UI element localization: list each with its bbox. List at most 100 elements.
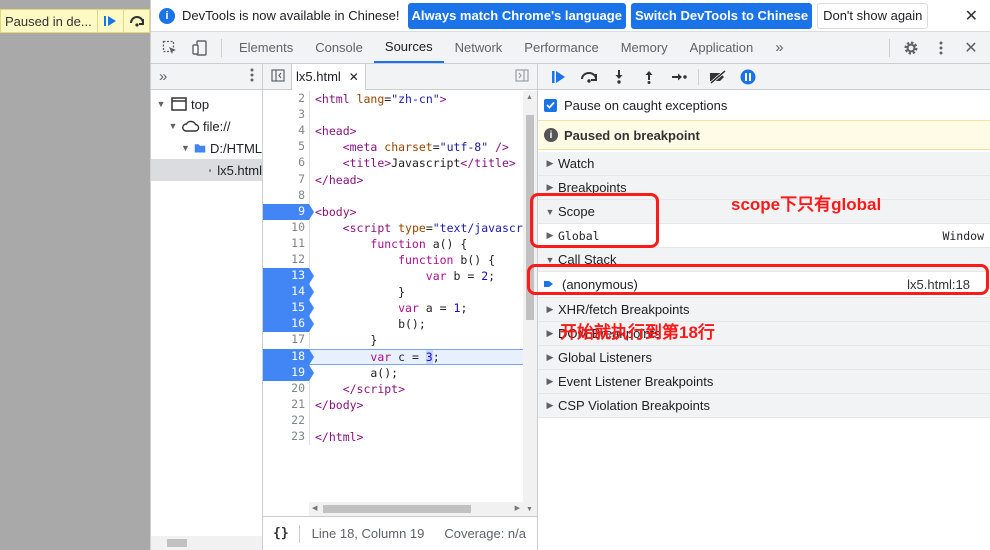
device-toolbar-icon[interactable]: [185, 33, 215, 63]
close-icon[interactable]: ✕: [965, 6, 978, 26]
step-over-button[interactable]: [574, 65, 604, 89]
breakpoint-marker[interactable]: 13: [263, 268, 314, 285]
debugger-toolbar: [538, 64, 990, 90]
line-number[interactable]: 6: [263, 155, 309, 171]
close-tab-icon[interactable]: ✕: [349, 70, 359, 84]
step-into-button[interactable]: [604, 65, 634, 89]
tree-item-top[interactable]: ▼ top: [151, 93, 262, 115]
dont-show-again-button[interactable]: Don't show again: [817, 2, 929, 29]
section-label: XHR/fetch Breakpoints: [558, 302, 690, 317]
tab-network[interactable]: Network: [444, 32, 514, 63]
pretty-print-button[interactable]: {}: [263, 526, 299, 541]
cloud-icon: [182, 120, 200, 132]
resume-button[interactable]: [544, 65, 574, 89]
code-text: var c = 3;: [309, 348, 537, 365]
line-number[interactable]: 3: [263, 107, 309, 123]
tree-item-folder[interactable]: ▼ D:/HTML: [151, 137, 262, 159]
more-tabs-icon[interactable]: »: [764, 32, 794, 63]
tab-memory[interactable]: Memory: [610, 32, 679, 63]
step-button[interactable]: [664, 65, 694, 89]
line-number[interactable]: 17: [263, 332, 309, 348]
code-lines[interactable]: 2 <html lang="zh-cn"> 3 4 <head> 5 <meta char…: [263, 91, 537, 516]
pause-on-caught-row[interactable]: Pause on caught exceptions: [538, 90, 990, 120]
line-number[interactable]: 23: [263, 429, 309, 445]
toggle-debugger-icon[interactable]: [515, 68, 529, 85]
navigator-header: »: [151, 64, 262, 90]
deactivate-breakpoints-button[interactable]: [703, 65, 733, 89]
breakpoint-marker[interactable]: 16: [263, 316, 314, 333]
line-number[interactable]: 22: [263, 413, 309, 429]
tab-console[interactable]: Console: [304, 32, 374, 63]
pause-on-caught-label: Pause on caught exceptions: [564, 97, 728, 113]
close-devtools-icon[interactable]: ✕: [956, 33, 986, 63]
file-icon: [209, 168, 212, 172]
breakpoint-marker[interactable]: 14: [263, 284, 314, 301]
breakpoint-marker[interactable]: 19: [263, 364, 314, 381]
paused-in-debugger-overlay: Paused in de...: [0, 9, 150, 33]
editor-file-tab[interactable]: lx5.html ✕: [291, 63, 366, 90]
tab-sources[interactable]: Sources: [373, 32, 444, 63]
code-line: 5 <meta charset="utf-8" />: [263, 139, 537, 156]
line-number[interactable]: 20: [263, 381, 309, 397]
frame-icon: [171, 97, 187, 111]
section-event-listener-breakpoints[interactable]: ▶ Event Listener Breakpoints: [538, 370, 990, 394]
collapsed-triangle-icon: ▶: [546, 328, 554, 338]
source-editor: lx5.html ✕ 2 <html lang="zh-cn"> 3 4 <head> 5…: [263, 63, 538, 550]
line-number[interactable]: 12: [263, 252, 309, 268]
section-csp-breakpoints[interactable]: ▶ CSP Violation Breakpoints: [538, 394, 990, 418]
line-number[interactable]: 4: [263, 123, 309, 139]
code-line: 20 </script>: [263, 380, 537, 397]
section-watch[interactable]: ▶ Watch: [538, 152, 990, 176]
gear-icon[interactable]: [896, 33, 926, 63]
code-text: <body>: [309, 203, 537, 220]
tree-label: lx5.html: [217, 162, 262, 178]
tree-item-file-origin[interactable]: ▼ file://: [151, 115, 262, 137]
editor-hscroll[interactable]: ◀ ▶: [309, 502, 523, 516]
code-text: }: [309, 284, 537, 301]
tab-performance[interactable]: Performance: [513, 32, 609, 63]
section-global-listeners[interactable]: ▶ Global Listeners: [538, 346, 990, 370]
overlay-step-over-button[interactable]: [123, 10, 149, 32]
line-number[interactable]: 10: [263, 220, 309, 236]
line-number[interactable]: 21: [263, 397, 309, 413]
line-number[interactable]: 11: [263, 236, 309, 252]
breakpoint-marker[interactable]: 18: [263, 348, 314, 365]
more-navigator-tabs-icon[interactable]: »: [159, 68, 167, 85]
toggle-navigator-icon[interactable]: [271, 68, 285, 85]
line-number[interactable]: 8: [263, 188, 309, 204]
line-number[interactable]: 5: [263, 139, 309, 155]
navigator-tree: ▼ top ▼ file:// ▼ D:/HTML lx5.html: [151, 90, 262, 181]
annotation-scope-note: scope下只有global: [731, 195, 882, 214]
tab-elements[interactable]: Elements: [228, 32, 304, 63]
code-line: 15 var a = 1;: [263, 300, 537, 317]
step-out-button[interactable]: [634, 65, 664, 89]
tab-application[interactable]: Application: [679, 32, 765, 63]
navigator-hscroll[interactable]: [151, 536, 262, 550]
breakpoint-marker[interactable]: 15: [263, 300, 314, 317]
tree-label: top: [191, 96, 210, 112]
code-line-current: 18 var c = 3;: [263, 348, 537, 365]
kebab-menu-icon[interactable]: [926, 33, 956, 63]
inspect-element-icon[interactable]: [155, 33, 185, 63]
collapsed-triangle-icon: ▶: [546, 158, 554, 168]
checkbox-checked-icon[interactable]: [544, 98, 557, 112]
always-match-language-button[interactable]: Always match Chrome's language: [407, 2, 626, 29]
navigator-menu-icon[interactable]: [250, 68, 254, 85]
overlay-resume-button[interactable]: [97, 10, 123, 32]
coverage-status[interactable]: Coverage: n/a: [444, 526, 526, 541]
breakpoint-marker[interactable]: 9: [263, 203, 314, 220]
deactivate-breakpoints-icon: [710, 69, 726, 84]
tree-label: D:/HTML: [210, 140, 262, 156]
line-number[interactable]: 7: [263, 172, 309, 188]
editor-vscroll[interactable]: ▲ ▼: [523, 91, 537, 516]
tree-item-file[interactable]: lx5.html: [151, 159, 262, 181]
toolbar-divider: [889, 38, 890, 57]
code-line: 17 }: [263, 332, 537, 349]
code-line: 13 var b = 2;: [263, 268, 537, 285]
annotation-box-call-frame: [527, 264, 989, 295]
line-number[interactable]: 2: [263, 91, 309, 107]
pause-on-exceptions-button[interactable]: [733, 65, 763, 89]
switch-to-chinese-button[interactable]: Switch DevTools to Chinese: [630, 2, 813, 29]
code-line: 8: [263, 187, 537, 204]
code-text: a();: [309, 364, 537, 381]
